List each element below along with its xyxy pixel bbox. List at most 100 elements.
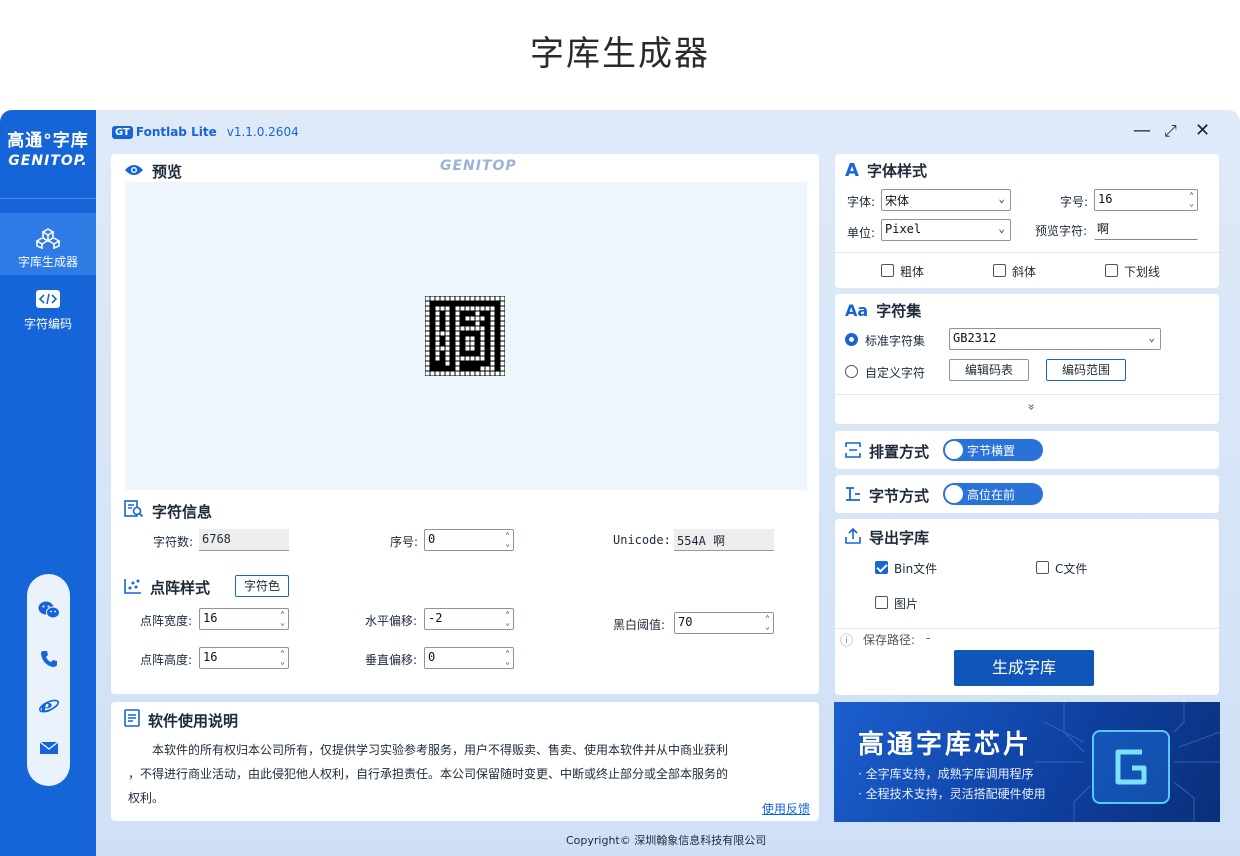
- glyph-pixel: [470, 296, 475, 301]
- promo-banner[interactable]: 高通字库芯片 · 全字库支持，成熟字库调用程序 · 全程技术支持，灵活搭配硬件使…: [834, 702, 1220, 822]
- sidebar-item-char-encoding[interactable]: 字符编码: [0, 275, 96, 337]
- glyph-pixel: [490, 351, 495, 356]
- size-stepper[interactable]: 16 ⌃ ⌄: [1094, 189, 1198, 211]
- matrix-style-header: 点阵样式: [124, 577, 210, 598]
- scatter-icon: [124, 578, 142, 598]
- glyph-pixel: [425, 356, 430, 361]
- c-file-checkbox[interactable]: [1036, 561, 1049, 574]
- glyph-pixel: [485, 336, 490, 341]
- feedback-link[interactable]: 使用反馈: [762, 800, 810, 817]
- preview-header: 预览: [124, 161, 182, 182]
- glyph-pixel: [495, 306, 500, 311]
- glyph-pixel: [485, 366, 490, 371]
- glyph-pixel: [475, 356, 480, 361]
- threshold-label: 黑白阈值:: [613, 618, 666, 632]
- font-select[interactable]: 宋体 ⌄: [881, 189, 1011, 211]
- phone-icon[interactable]: [38, 649, 60, 671]
- edit-table-button[interactable]: 编辑码表: [949, 359, 1029, 381]
- index-label: 序号:: [390, 535, 419, 549]
- glyph-pixel: [435, 306, 440, 311]
- glyph-pixel: [485, 371, 490, 376]
- bold-checkbox[interactable]: [881, 264, 894, 277]
- glyph-pixel: [500, 351, 505, 356]
- matrix-width-stepper[interactable]: 16 ⌃ ⌄: [199, 608, 289, 630]
- glyph-pixel: [485, 356, 490, 361]
- titlebar: GT Fontlab Lite v1.1.0.2604: [112, 122, 299, 142]
- toggle-knob: [945, 441, 963, 459]
- v-offset-label: 垂直偏移:: [365, 653, 418, 667]
- glyph-pixel: [465, 326, 470, 331]
- minimize-button[interactable]: —: [1133, 122, 1151, 140]
- threshold-stepper[interactable]: 70 ⌃ ⌄: [674, 612, 774, 634]
- glyph-pixel: [490, 366, 495, 371]
- bin-file-checkbox[interactable]: [875, 561, 888, 574]
- standard-charset-radio[interactable]: [845, 333, 858, 346]
- page-title: 字库生成器: [530, 34, 710, 74]
- charset-select[interactable]: GB2312 ⌄: [949, 328, 1161, 350]
- charset-value: GB2312: [953, 331, 997, 345]
- sidebar-item-font-generator[interactable]: 字库生成器: [0, 213, 96, 275]
- preview-char-input[interactable]: 啊: [1094, 218, 1198, 240]
- glyph-pixel: [425, 361, 430, 366]
- underline-checkbox[interactable]: [1105, 264, 1118, 277]
- arrangement-toggle[interactable]: 字节横置: [943, 439, 1043, 461]
- glyph-pixel: [430, 351, 435, 356]
- glyph-pixel: [435, 371, 440, 376]
- glyph-pixel: [445, 336, 450, 341]
- unit-value: Pixel: [885, 222, 922, 236]
- matrix-width-label: 点阵宽度:: [140, 614, 193, 628]
- mail-icon[interactable]: [38, 740, 60, 762]
- glyph-pixel: [480, 336, 485, 341]
- glyph-pixel: [495, 296, 500, 301]
- glyph-pixel: [475, 336, 480, 341]
- glyph-pixel: [470, 366, 475, 371]
- edit-range-button[interactable]: 编码范围: [1046, 359, 1126, 381]
- glyph-pixel: [500, 356, 505, 361]
- matrix-width-value: 16: [203, 611, 218, 625]
- expand-chevron-icon[interactable]: »: [1025, 403, 1039, 410]
- glyph-pixel: [440, 366, 445, 371]
- glyph-pixel: [425, 306, 430, 311]
- glyph-pixel: [460, 341, 465, 346]
- arrangement-title: 排置方式: [869, 443, 930, 461]
- image-label: 图片: [894, 597, 919, 611]
- threshold-value: 70: [678, 615, 693, 629]
- glyph-pixel: [490, 371, 495, 376]
- glyph-pixel: [485, 346, 490, 351]
- unit-select[interactable]: Pixel ⌄: [881, 219, 1011, 241]
- index-stepper[interactable]: 0 ⌃ ⌄: [424, 529, 514, 551]
- glyph-pixel: [445, 301, 450, 306]
- maximize-button[interactable]: ⤢: [1164, 122, 1177, 140]
- glyph-pixel: [455, 306, 460, 311]
- glyph-pixel: [480, 306, 485, 311]
- glyph-pixel: [455, 326, 460, 331]
- custom-charset-radio[interactable]: [845, 365, 858, 378]
- italic-checkbox[interactable]: [993, 264, 1006, 277]
- matrix-height-stepper[interactable]: 16 ⌃ ⌄: [199, 647, 289, 669]
- glyph-pixel: [500, 371, 505, 376]
- char-color-button[interactable]: 字符色: [235, 575, 289, 597]
- glyph-pixel: [435, 311, 440, 316]
- usage-text-line-3: 权利。: [128, 791, 165, 805]
- glyph-pixel: [465, 301, 470, 306]
- arrangement-header: 排置方式: [845, 441, 929, 462]
- spin-arrows-icon: ⌃ ⌄: [505, 531, 510, 548]
- preview-watermark: GENITOP: [440, 158, 517, 174]
- byte-order-header: 字节方式: [845, 485, 929, 506]
- wechat-icon[interactable]: [38, 600, 60, 622]
- glyph-pixel: [500, 331, 505, 336]
- font-aa-icon: Aa: [845, 301, 869, 320]
- glyph-pixel: [430, 316, 435, 321]
- glyph-pixel: [495, 336, 500, 341]
- byte-order-toggle[interactable]: 高位在前: [943, 483, 1043, 505]
- char-count-label: 字符数:: [153, 535, 194, 549]
- bin-file-label: Bin文件: [894, 562, 938, 576]
- close-button[interactable]: ✕: [1195, 122, 1210, 140]
- glyph-pixel: [485, 321, 490, 326]
- glyph-pixel: [440, 341, 445, 346]
- browser-icon[interactable]: e: [38, 694, 60, 717]
- image-checkbox[interactable]: [875, 596, 888, 609]
- h-offset-stepper[interactable]: -2 ⌃ ⌄: [424, 608, 514, 630]
- generate-font-button[interactable]: 生成字库: [954, 650, 1094, 686]
- v-offset-stepper[interactable]: 0 ⌃ ⌄: [424, 647, 514, 669]
